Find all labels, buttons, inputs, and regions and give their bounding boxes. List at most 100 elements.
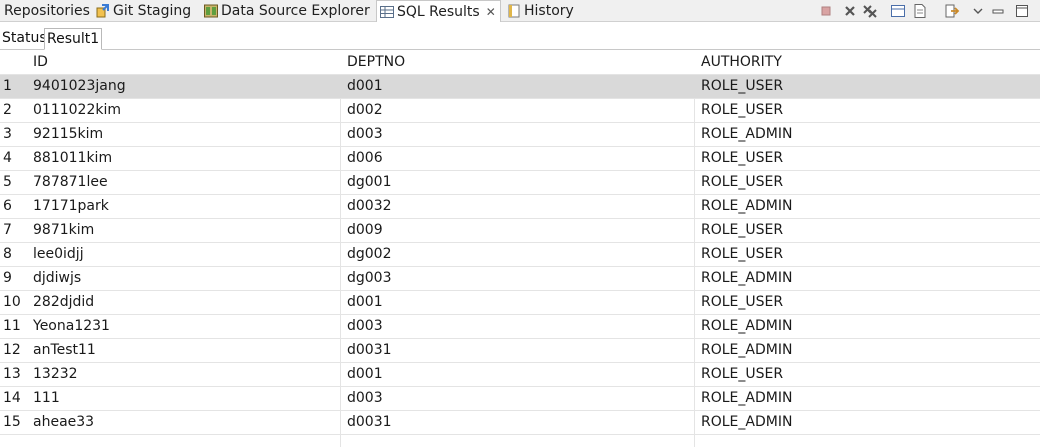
cell-deptno[interactable]: dg003 bbox=[347, 267, 687, 291]
cell-authority[interactable]: ROLE_ADMIN bbox=[701, 195, 1031, 219]
row-number[interactable]: 1 bbox=[0, 75, 26, 99]
results-view-icon[interactable] bbox=[890, 3, 906, 19]
minimize-icon[interactable] bbox=[990, 3, 1006, 19]
row-number[interactable]: 10 bbox=[0, 291, 26, 315]
tab-label: Data Source Explorer bbox=[221, 3, 370, 19]
tab-label: Status bbox=[2, 30, 47, 46]
row-number[interactable]: 8 bbox=[0, 243, 26, 267]
cell-id[interactable]: Yeona1231 bbox=[33, 315, 333, 339]
tab-history[interactable]: History bbox=[507, 0, 574, 22]
column-header-id[interactable]: ID bbox=[33, 51, 333, 75]
table-row[interactable]: 4 881011kim d006 ROLE_USER bbox=[0, 147, 1040, 171]
row-number[interactable]: 12 bbox=[0, 339, 26, 363]
row-number[interactable]: 2 bbox=[0, 99, 26, 123]
cell-id[interactable]: 881011kim bbox=[33, 147, 333, 171]
row-number[interactable]: 5 bbox=[0, 171, 26, 195]
column-header-authority[interactable]: AUTHORITY bbox=[701, 51, 1031, 75]
row-number[interactable]: 11 bbox=[0, 315, 26, 339]
tab-label: SQL Results bbox=[397, 3, 480, 20]
cell-deptno[interactable]: d003 bbox=[347, 315, 687, 339]
table-row[interactable]: 10 282djdid d001 ROLE_USER bbox=[0, 291, 1040, 315]
sql-results-icon bbox=[380, 5, 394, 18]
table-row[interactable]: 8 lee0idjj dg002 ROLE_USER bbox=[0, 243, 1040, 267]
cell-authority[interactable]: ROLE_USER bbox=[701, 171, 1031, 195]
column-header-deptno[interactable]: DEPTNO bbox=[347, 51, 687, 75]
cell-id[interactable]: 17171park bbox=[33, 195, 333, 219]
cell-id[interactable]: lee0idjj bbox=[33, 243, 333, 267]
cell-authority[interactable]: ROLE_ADMIN bbox=[701, 315, 1031, 339]
cell-authority[interactable]: ROLE_ADMIN bbox=[701, 267, 1031, 291]
cell-id[interactable]: 787871lee bbox=[33, 171, 333, 195]
document-icon[interactable] bbox=[912, 3, 928, 19]
table-row[interactable]: 6 17171park d0032 ROLE_ADMIN bbox=[0, 195, 1040, 219]
cell-deptno[interactable]: d003 bbox=[347, 123, 687, 147]
table-row[interactable]: 5 787871lee dg001 ROLE_USER bbox=[0, 171, 1040, 195]
row-number[interactable]: 15 bbox=[0, 411, 26, 435]
row-number[interactable]: 9 bbox=[0, 267, 26, 291]
tab-sql-results[interactable]: SQL Results ✕ bbox=[376, 0, 501, 22]
cell-authority[interactable]: ROLE_ADMIN bbox=[701, 123, 1031, 147]
cell-id[interactable]: 9871kim bbox=[33, 219, 333, 243]
cell-authority[interactable]: ROLE_USER bbox=[701, 219, 1031, 243]
cell-authority[interactable]: ROLE_USER bbox=[701, 147, 1031, 171]
row-number[interactable]: 13 bbox=[0, 363, 26, 387]
row-number[interactable]: 6 bbox=[0, 195, 26, 219]
cell-deptno[interactable]: d006 bbox=[347, 147, 687, 171]
table-row[interactable]: 1 9401023jang d001 ROLE_USER bbox=[0, 75, 1040, 99]
tab-git-staging[interactable]: Git Staging bbox=[96, 0, 191, 22]
table-row[interactable]: 11 Yeona1231 d003 ROLE_ADMIN bbox=[0, 315, 1040, 339]
maximize-icon[interactable] bbox=[1014, 3, 1030, 19]
cell-deptno[interactable]: d001 bbox=[347, 291, 687, 315]
cell-deptno[interactable]: d002 bbox=[347, 99, 687, 123]
view-menu-icon[interactable] bbox=[970, 3, 986, 19]
cell-id[interactable]: 13232 bbox=[33, 363, 333, 387]
cell-id[interactable]: 92115kim bbox=[33, 123, 333, 147]
cell-authority[interactable]: ROLE_USER bbox=[701, 243, 1031, 267]
cell-deptno[interactable]: d0032 bbox=[347, 195, 687, 219]
cell-deptno[interactable]: d003 bbox=[347, 387, 687, 411]
table-row[interactable]: 13 13232 d001 ROLE_USER bbox=[0, 363, 1040, 387]
close-icon[interactable]: ✕ bbox=[486, 2, 496, 22]
table-row[interactable]: 2 0111022kim d002 ROLE_USER bbox=[0, 99, 1040, 123]
cell-deptno[interactable]: d009 bbox=[347, 219, 687, 243]
cell-id[interactable]: anTest11 bbox=[33, 339, 333, 363]
cell-deptno[interactable]: dg001 bbox=[347, 171, 687, 195]
remove-icon[interactable] bbox=[842, 3, 858, 19]
cell-id[interactable]: djdiwjs bbox=[33, 267, 333, 291]
table-row[interactable]: 9 djdiwjs dg003 ROLE_ADMIN bbox=[0, 267, 1040, 291]
cell-deptno[interactable]: dg002 bbox=[347, 243, 687, 267]
tab-repositories[interactable]: Repositories bbox=[4, 0, 90, 22]
cell-authority[interactable]: ROLE_USER bbox=[701, 363, 1031, 387]
cell-authority[interactable]: ROLE_USER bbox=[701, 99, 1031, 123]
cell-id[interactable]: 9401023jang bbox=[33, 75, 333, 99]
table-row[interactable]: 14 111 d003 ROLE_ADMIN bbox=[0, 387, 1040, 411]
row-number[interactable]: 7 bbox=[0, 219, 26, 243]
cell-id[interactable]: 111 bbox=[33, 387, 333, 411]
row-number[interactable]: 4 bbox=[0, 147, 26, 171]
tab-result1[interactable]: Result1 bbox=[44, 28, 103, 50]
table-row[interactable]: 15 aheae33 d0031 ROLE_ADMIN bbox=[0, 411, 1040, 435]
tab-label: Git Staging bbox=[113, 3, 192, 19]
cell-deptno[interactable]: d001 bbox=[347, 363, 687, 387]
cell-id[interactable]: aheae33 bbox=[33, 411, 333, 435]
row-number[interactable]: 14 bbox=[0, 387, 26, 411]
cell-id[interactable]: 0111022kim bbox=[33, 99, 333, 123]
tab-status[interactable]: Status bbox=[0, 28, 49, 50]
table-row[interactable]: 12 anTest11 d0031 ROLE_ADMIN bbox=[0, 339, 1040, 363]
cell-authority[interactable]: ROLE_USER bbox=[701, 75, 1031, 99]
cell-id[interactable]: 282djdid bbox=[33, 291, 333, 315]
cell-deptno[interactable]: d0031 bbox=[347, 411, 687, 435]
table-row[interactable]: 3 92115kim d003 ROLE_ADMIN bbox=[0, 123, 1040, 147]
table-row[interactable]: 7 9871kim d009 ROLE_USER bbox=[0, 219, 1040, 243]
row-number[interactable]: 3 bbox=[0, 123, 26, 147]
stop-icon[interactable] bbox=[818, 3, 834, 19]
cell-authority[interactable]: ROLE_ADMIN bbox=[701, 387, 1031, 411]
cell-authority[interactable]: ROLE_ADMIN bbox=[701, 339, 1031, 363]
cell-deptno[interactable]: d0031 bbox=[347, 339, 687, 363]
cell-authority[interactable]: ROLE_ADMIN bbox=[701, 411, 1031, 435]
tab-data-source-explorer[interactable]: Data Source Explorer bbox=[204, 0, 370, 22]
cell-authority[interactable]: ROLE_USER bbox=[701, 291, 1031, 315]
remove-all-icon[interactable] bbox=[862, 3, 878, 19]
cell-deptno[interactable]: d001 bbox=[347, 75, 687, 99]
export-icon[interactable] bbox=[944, 3, 960, 19]
